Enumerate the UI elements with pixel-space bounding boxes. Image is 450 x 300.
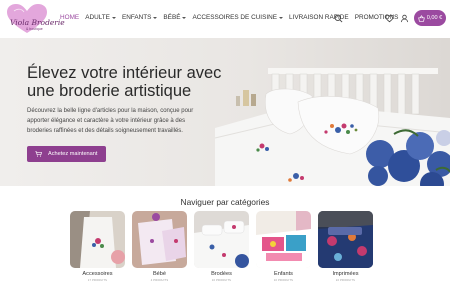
nav-item-accessoires-cuisine[interactable]: ACCESSOIRES DE CUISINE [192, 14, 284, 21]
chevron-down-icon [153, 17, 158, 19]
site-header: Viola Broderie & boutique HOME ADULTE EN… [0, 0, 450, 38]
nav-label: ACCESSOIRES DE CUISINE [192, 14, 278, 21]
category-count: 17 PRODUITS [87, 279, 108, 282]
category-count: 22 PRODUITS [335, 279, 356, 282]
cart-total: 0,00 € [426, 15, 443, 21]
nav-label: HOME [60, 14, 80, 21]
category-count: 16 PRODUITS [211, 279, 232, 282]
category-image-imprimees [318, 211, 373, 268]
shop-now-button[interactable]: Achetez maintenant [27, 146, 106, 162]
chevron-down-icon [182, 17, 187, 19]
category-image-accessoires [70, 211, 125, 268]
category-card-brodees[interactable]: Brodées 16 PRODUITS [194, 211, 249, 282]
category-label: Imprimées [332, 271, 359, 277]
nav-label: ADULTE [85, 14, 110, 21]
category-label: Brodées [211, 271, 232, 277]
site-logo[interactable]: Viola Broderie & boutique [4, 3, 65, 35]
category-label: Enfants [274, 271, 293, 277]
cart-icon [35, 151, 42, 157]
hero-description: Découvrez la belle ligne d'articles pour… [27, 108, 194, 134]
category-label: Bébé [152, 271, 167, 277]
category-image-brodees [194, 211, 249, 268]
hero-title: Élevez votre intérieur avec une broderie… [27, 64, 222, 100]
categories-heading: Naviguer par catégories [180, 197, 270, 207]
nav-label: BÉBÉ [163, 14, 181, 21]
nav-item-enfants[interactable]: ENFANTS [121, 14, 158, 21]
category-card-accessoires[interactable]: Accessoires 17 PRODUITS [70, 211, 125, 282]
basket-icon [417, 14, 425, 22]
category-card-enfants[interactable]: Enfants 10 PRODUITS [256, 211, 311, 282]
cart-button[interactable]: 0,00 € [414, 10, 446, 26]
category-image-enfants [256, 211, 311, 268]
category-card-imprimees[interactable]: Imprimées 22 PRODUITS [318, 211, 373, 282]
category-image-bebe [132, 211, 187, 268]
chevron-down-icon [279, 17, 284, 19]
main-nav: HOME ADULTE ENFANTS BÉBÉ ACCESSOIRES DE … [60, 14, 404, 21]
category-label: Accessoires [82, 271, 113, 277]
category-count: 10 PRODUITS [273, 279, 294, 282]
nav-item-adulte[interactable]: ADULTE [85, 14, 116, 21]
nav-item-home[interactable]: HOME [60, 14, 79, 21]
category-count: 4 PRODUITS [150, 279, 169, 282]
user-icon[interactable] [400, 14, 409, 23]
hero-banner: Élevez votre intérieur avec une broderie… [0, 38, 450, 186]
heart-icon[interactable] [385, 14, 394, 23]
nav-item-bebe[interactable]: BÉBÉ [163, 14, 187, 21]
logo-subtext: & boutique [26, 27, 43, 31]
logo-text: Viola Broderie [10, 18, 65, 27]
chevron-down-icon [111, 17, 116, 19]
category-list: Accessoires 17 PRODUITS Bébé 4 PRODUITS [70, 211, 380, 300]
shop-now-label: Achetez maintenant [48, 151, 98, 157]
search-icon[interactable] [334, 14, 343, 23]
nav-label: ENFANTS [121, 14, 152, 21]
category-card-bebe[interactable]: Bébé 4 PRODUITS [132, 211, 187, 282]
